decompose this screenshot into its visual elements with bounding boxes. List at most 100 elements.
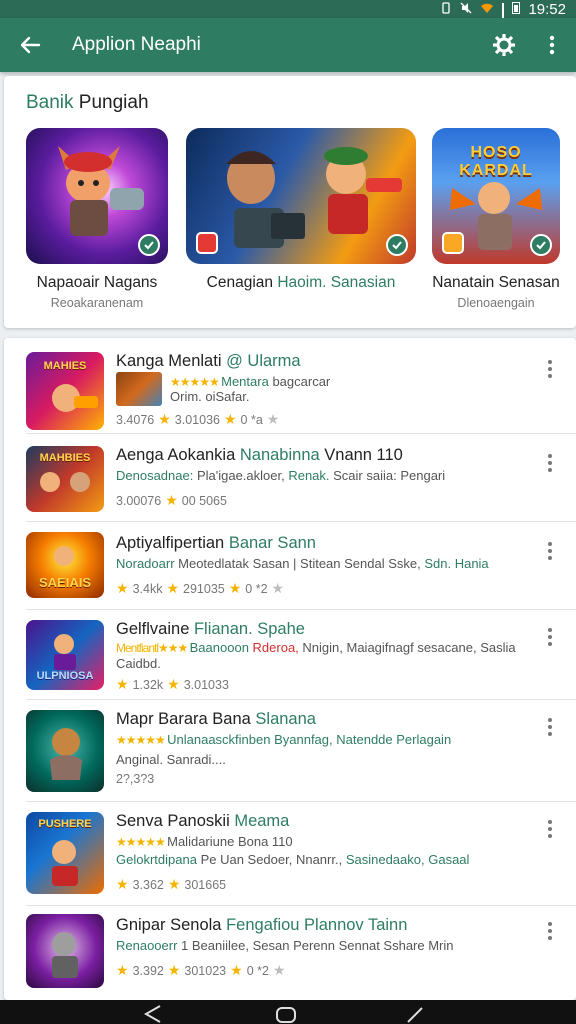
app-line-1-part-b: Unlanaasckfinben Byannfag, xyxy=(167,732,337,747)
app-line-1-part-d: Nnigin, Maiagifnagf sesacane, Saslia xyxy=(302,640,516,655)
app-line-1-part-a: Noradoarr xyxy=(116,556,179,571)
app-meta-b: 291035 xyxy=(183,581,225,596)
app-line-1-part-b: Pla'igae.akloer, xyxy=(196,468,289,483)
more-options-button[interactable] xyxy=(546,542,554,560)
list-item[interactable]: Mapr Barara Bana Slanana ★★★★★ Unlanaasc… xyxy=(4,700,576,802)
app-icon: PUSHERE xyxy=(26,812,104,894)
app-meta-a: 3.00076 xyxy=(116,493,162,508)
app-meta-a: 3.4kk xyxy=(132,581,163,596)
star-icon: ★ xyxy=(116,676,129,692)
featured-card-2[interactable]: Cenagian Haoim. Sanasian xyxy=(186,128,416,291)
app-meta-a: 1.32k xyxy=(132,677,164,692)
nav-back-icon xyxy=(143,1005,161,1023)
app-title-part-b: Flianan. Spahe xyxy=(189,620,305,638)
app-line-1-part-a: Renaooerr xyxy=(116,938,182,953)
featured-title-part-a: Banik xyxy=(26,92,74,113)
list-item[interactable]: PUSHERE Senva Panoskii Meama ★★★★★ Malid… xyxy=(4,802,576,906)
app-line-1: Mentfiantl★★★ Baanooon Rderoa, Nnigin, M… xyxy=(116,640,516,655)
app-title: Kanga Menlati @ Ularma xyxy=(116,352,301,371)
app-title-part-b: Banar Sann xyxy=(224,534,316,552)
app-line-1: ★★★★★ Unlanaasckfinben Byannfag, Natendd… xyxy=(116,732,451,747)
signal-icon xyxy=(502,3,505,34)
app-line-1-part-a: Denosadnae: xyxy=(116,468,197,483)
more-options-button[interactable] xyxy=(546,718,554,736)
app-title-part-a: Kanga Menlati xyxy=(116,352,222,370)
game-badge-icon xyxy=(442,232,464,254)
featured-thumb-text: HOSO KARDAL xyxy=(459,144,533,179)
app-title: Aenga Aokankia Nanabinna Vnann 110 xyxy=(116,446,403,465)
app-line-1-part-b: 1 Beaniilee, Sesan Perenn Sennat Sshare … xyxy=(181,938,454,953)
app-icon: SAEIAIS xyxy=(26,532,104,598)
game-art xyxy=(226,147,402,248)
list-item[interactable]: ULPNIOSA Gelflvaine Flianan. Spahe Mentf… xyxy=(4,610,576,700)
status-icons: 19:52 xyxy=(440,0,566,34)
game-art xyxy=(50,728,82,780)
back-button[interactable] xyxy=(0,18,60,72)
app-meta-c: 0 *2 xyxy=(245,581,268,596)
more-options-button[interactable] xyxy=(546,360,554,378)
star-icon: ★ xyxy=(167,962,181,978)
featured-card-3[interactable]: HOSO KARDAL Nanatain Senasan Dlenoaengai… xyxy=(432,128,560,310)
app-meta-b: 301665 xyxy=(184,877,227,892)
nav-home-button[interactable] xyxy=(274,1004,298,1024)
app-meta-b: 00 5065 xyxy=(181,493,227,508)
app-line-1-part-c: Rderoa, xyxy=(252,640,303,655)
app-line-1: ★★★★★ Mentara bagcarcar Orim. oiSafar. xyxy=(116,372,330,406)
featured-card-name-part-b: Haoim. Sanasian xyxy=(277,274,396,291)
app-title-part-a: Senva Panoskii xyxy=(116,812,230,830)
featured-thumbnail xyxy=(186,128,416,264)
app-meta: ★ 3.4kk ★ 291035 ★ 0 *2 ★ xyxy=(116,580,284,597)
app-meta-b: 301023 xyxy=(184,963,227,978)
rating-stars: ★★★★★ xyxy=(116,835,168,849)
featured-card-1[interactable]: Napaoair Nagans Reoakaranenam xyxy=(26,128,168,310)
app-icon-text: MAHBIES xyxy=(39,452,91,464)
app-line-1-part-c: bagcarcar xyxy=(268,374,331,389)
app-meta-a: 3.362 xyxy=(132,877,164,892)
game-badge-icon xyxy=(196,232,218,254)
app-title-part-a: Aptiyalfipertian xyxy=(116,534,225,552)
app-line-1-part-c: Renak. xyxy=(288,468,334,483)
star-icon: ★ xyxy=(167,876,181,892)
nav-home-icon xyxy=(276,1007,296,1023)
star-icon: ★ xyxy=(165,492,178,508)
more-options-button[interactable] xyxy=(546,820,554,838)
list-item[interactable]: MAHIES Kanga Menlati @ Ularma ★★★★★ Ment… xyxy=(4,338,576,434)
star-icon: ★ xyxy=(223,411,237,427)
app-line-1: Noradoarr Meotedlatak Sasan | Stitean Se… xyxy=(116,556,489,571)
battery-icon xyxy=(512,1,521,18)
app-title-part-b: Meama xyxy=(229,812,290,830)
overflow-menu-button[interactable] xyxy=(528,18,576,72)
app-meta: ★ 3.392 ★ 301023 ★ 0 *2 ★ xyxy=(116,962,286,979)
featured-card-name-part-a: Cenagian xyxy=(206,274,278,291)
mute-icon xyxy=(460,1,472,18)
app-line-2-part-a: Gelokrtdipana xyxy=(116,852,201,867)
nav-recents-button[interactable] xyxy=(404,1004,428,1024)
star-icon: ★ xyxy=(116,962,129,978)
featured-thumbnail: HOSO KARDAL xyxy=(432,128,560,264)
app-title-part-a: Mapr Barara Bana xyxy=(116,710,251,728)
app-meta-c: 0 *2 xyxy=(246,963,269,978)
app-meta-b: 3.01036 xyxy=(174,412,220,427)
app-meta: 3.4076 ★ 3.01036 ★ 0 *a ★ xyxy=(116,411,279,428)
app-line-2: Anginal. Sanradi.... xyxy=(116,752,226,767)
app-meta: ★ 3.362 ★ 301665 xyxy=(116,876,226,893)
app-icon xyxy=(26,914,104,988)
more-options-button[interactable] xyxy=(546,454,554,472)
app-line-1-part-b: Mentara xyxy=(221,374,269,389)
list-item[interactable]: SAEIAIS Aptiyalfipertian Banar Sann Nora… xyxy=(4,522,576,610)
featured-card-subtitle: Dlenoaengain xyxy=(457,296,535,310)
app-line-1-part-c: Natendde Perlagain xyxy=(336,732,452,747)
nav-back-button[interactable] xyxy=(140,1004,164,1024)
status-time: 19:52 xyxy=(528,0,566,18)
app-line-1-part-b: Malidariune Bona 110 xyxy=(167,834,293,849)
app-meta-a: 3.392 xyxy=(132,963,164,978)
app-icon xyxy=(26,710,104,792)
star-outline-icon: ★ xyxy=(266,411,280,427)
more-options-button[interactable] xyxy=(546,922,554,940)
more-options-button[interactable] xyxy=(546,628,554,646)
list-item[interactable]: MAHBIES Aenga Aokankia Nanabinna Vnann 1… xyxy=(4,434,576,522)
settings-button[interactable] xyxy=(480,18,528,72)
status-bar: 19:52 xyxy=(0,0,576,34)
list-item[interactable]: Gnipar Senola Fengafiou Plannov Tainn Re… xyxy=(4,906,576,1000)
featured-title: Banik Pungiah xyxy=(26,92,149,114)
